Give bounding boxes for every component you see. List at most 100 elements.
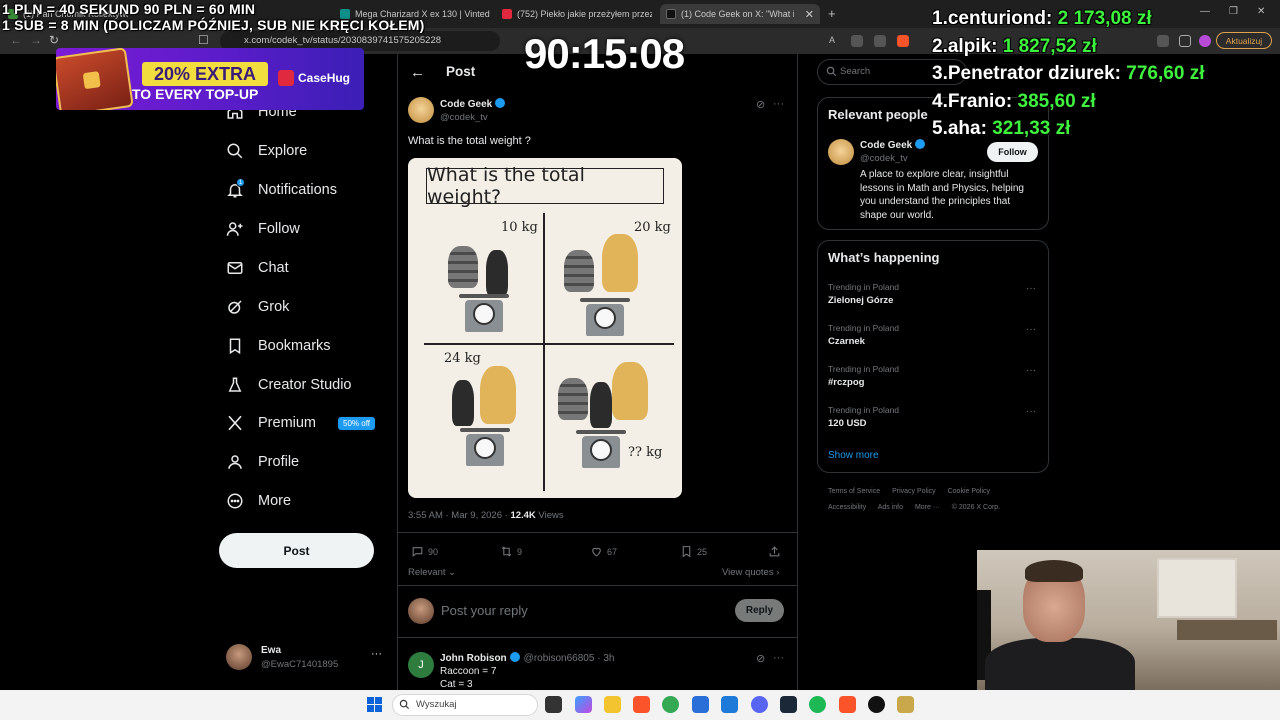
share-icon[interactable] <box>874 35 886 47</box>
card-title: Relevant people <box>828 107 928 122</box>
trend-item[interactable]: 120 USD <box>828 418 867 429</box>
more-icon[interactable]: ··· <box>773 652 784 664</box>
bookmark-action[interactable]: 25 <box>680 545 707 558</box>
calendar-icon[interactable] <box>721 696 738 713</box>
nav-label: Profile <box>258 454 300 470</box>
footer-link[interactable]: Ads info <box>878 504 903 511</box>
footer-link[interactable]: Cookie Policy <box>948 488 990 495</box>
promo-headline: 20% EXTRA <box>142 62 268 86</box>
close-tab-icon[interactable]: ✕ <box>805 8 814 21</box>
share-action[interactable] <box>768 545 781 558</box>
sort-replies-dropdown[interactable]: Relevant ⌄ <box>408 567 456 578</box>
rank: 3. <box>932 63 948 84</box>
author-avatar[interactable] <box>408 97 434 123</box>
nav-notifications[interactable]: 1 Notifications <box>226 177 337 203</box>
back-icon[interactable]: ← <box>10 33 22 47</box>
footer-link[interactable]: More ··· <box>915 504 940 511</box>
like-action[interactable]: 67 <box>590 545 617 558</box>
tab-2[interactable]: (752) Piekło jakie przeżyłem przez w <box>502 4 652 24</box>
grok-icon[interactable]: ⊘ <box>756 652 765 665</box>
more-icon[interactable]: ··· <box>773 98 784 110</box>
nav-explore[interactable]: Explore <box>226 138 307 164</box>
footer-link[interactable]: Terms of Service <box>828 488 880 495</box>
spotify-icon[interactable] <box>809 696 826 713</box>
more-icon[interactable]: ··· <box>1026 365 1036 376</box>
account-switcher[interactable]: Ewa @EwaC71401895 ··· <box>226 642 386 674</box>
avatar[interactable] <box>828 139 854 165</box>
task-view-icon[interactable] <box>545 696 562 713</box>
obs-icon[interactable] <box>868 696 885 713</box>
room-desk <box>1177 620 1277 640</box>
account-name: Ewa <box>261 645 282 656</box>
repost-action[interactable]: 9 <box>500 545 522 558</box>
tweet-image[interactable]: What is the total weight? 10 kg 20 kg 24… <box>408 158 682 498</box>
forward-icon[interactable]: → <box>30 33 42 47</box>
grok-icon[interactable]: ⊘ <box>756 98 765 111</box>
nav-premium[interactable]: Premium 50% off <box>226 410 375 436</box>
nav-label: Grok <box>258 299 290 315</box>
reply-avatar[interactable]: J <box>408 652 434 678</box>
nav-creator-studio[interactable]: Creator Studio <box>226 372 352 398</box>
more-icon[interactable]: ··· <box>371 648 382 660</box>
account-handle: @EwaC71401895 <box>261 659 339 670</box>
store-icon[interactable] <box>692 696 709 713</box>
bookmark-page-icon[interactable]: ☐ <box>198 33 209 47</box>
discord-icon[interactable] <box>751 696 768 713</box>
rank: 4. <box>932 90 948 112</box>
translate-icon[interactable]: A <box>829 35 841 47</box>
new-tab-icon[interactable]: + <box>828 6 836 21</box>
nav-bookmarks[interactable]: Bookmarks <box>226 333 331 359</box>
trend-item[interactable]: Zielonej Górze <box>828 295 893 306</box>
footer-link[interactable]: Accessibility <box>828 504 866 511</box>
taskbar-search-input[interactable] <box>392 694 538 716</box>
nav-chat[interactable]: Chat <box>226 255 289 281</box>
divider <box>424 343 674 345</box>
reply-author[interactable]: John Robison @robison66805 · 3h <box>440 652 614 664</box>
promo-subline: TO EVERY TOP-UP <box>132 86 259 102</box>
trend-item[interactable]: #rczpog <box>828 377 864 388</box>
author-handle[interactable]: @codek_tv <box>440 112 488 123</box>
reload-icon[interactable]: ↻ <box>49 33 59 47</box>
brave-icon[interactable] <box>633 696 650 713</box>
casehug-ad-banner: 20% EXTRA TO EVERY TOP-UP CaseHug <box>56 48 364 110</box>
reply-input[interactable]: Post your reply <box>441 603 528 618</box>
scale-illustration <box>459 294 509 334</box>
steam-icon[interactable] <box>780 696 797 713</box>
more-icon[interactable]: ··· <box>1026 406 1036 417</box>
reply-action[interactable]: 90 <box>411 545 438 558</box>
more-icon[interactable]: ··· <box>1026 283 1036 294</box>
divider <box>398 532 797 533</box>
nav-more[interactable]: More <box>226 488 291 514</box>
author-name[interactable]: Code Geek <box>440 98 506 110</box>
reply-text-line: Raccoon = 7 <box>440 666 497 677</box>
maximize-icon[interactable]: ❐ <box>1229 6 1238 17</box>
nav-profile[interactable]: Profile <box>226 449 299 475</box>
view-quotes-link[interactable]: View quotes › <box>722 567 779 578</box>
nav-follow[interactable]: Follow <box>226 216 300 242</box>
show-more-link[interactable]: Show more <box>828 450 879 461</box>
app-icon[interactable] <box>897 696 914 713</box>
nav-grok[interactable]: Grok <box>226 294 289 320</box>
tab-title: (752) Piekło jakie przeżyłem przez w <box>517 9 652 19</box>
copilot-icon[interactable] <box>575 696 592 713</box>
compose-post-button[interactable]: Post <box>219 533 374 568</box>
file-explorer-icon[interactable] <box>604 696 621 713</box>
update-button[interactable]: Aktualizuj <box>1216 32 1272 49</box>
chrome-icon[interactable] <box>662 696 679 713</box>
weight-label: 24 kg <box>444 351 481 366</box>
tweet-timestamp[interactable]: 3:55 AM · Mar 9, 2026 · <box>408 510 510 521</box>
person-name[interactable]: Code Geek <box>860 139 926 151</box>
rank: 5. <box>932 118 948 139</box>
more-icon[interactable]: ··· <box>1026 324 1036 335</box>
trend-item[interactable]: Czarnek <box>828 336 865 347</box>
brave-shield-icon[interactable] <box>897 35 909 47</box>
raccoon-illustration <box>564 250 594 292</box>
cast-icon[interactable] <box>851 35 863 47</box>
tab-active[interactable]: (1) Code Geek on X: "What is the ✕ <box>660 4 820 24</box>
windows-start-icon[interactable] <box>367 697 382 712</box>
footer-link[interactable]: Privacy Policy <box>892 488 936 495</box>
close-window-icon[interactable]: ✕ <box>1257 6 1265 17</box>
brave-icon[interactable] <box>839 696 856 713</box>
reply-button[interactable]: Reply <box>735 599 784 622</box>
back-arrow-icon[interactable]: ← <box>410 64 425 81</box>
